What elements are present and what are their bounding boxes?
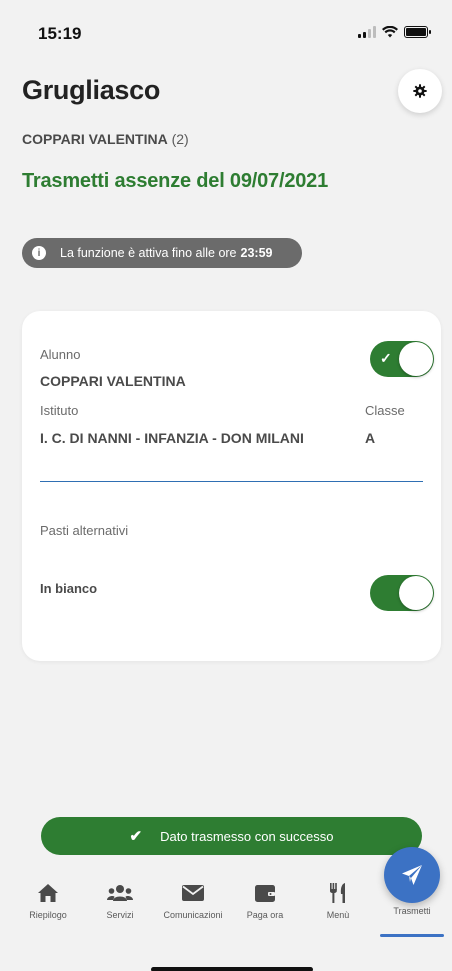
tab-menu[interactable]: Menù [303, 880, 373, 920]
tab-bar: Riepilogo Servizi Comunicazioni Paga ora… [0, 868, 452, 971]
active-tab-indicator [380, 934, 444, 937]
student-count: (2) [171, 131, 189, 147]
signal-icon [358, 26, 376, 38]
send-icon [402, 865, 422, 885]
meal-option-toggle[interactable] [370, 575, 434, 611]
class-label: Classe [365, 403, 405, 418]
student-value: COPPARI VALENTINA [40, 373, 186, 389]
wifi-icon [382, 26, 398, 38]
tab-comunicazioni[interactable]: Comunicazioni [158, 880, 228, 920]
home-icon [38, 884, 58, 902]
student-label: Alunno [40, 347, 81, 362]
divider [40, 481, 423, 482]
absence-card: Alunno COPPARI VALENTINA ✓ Istituto Clas… [22, 311, 441, 661]
meals-label: Pasti alternativi [40, 523, 129, 538]
check-icon: ✔ [129, 828, 143, 845]
info-icon: i [32, 246, 46, 260]
tab-servizi[interactable]: Servizi [85, 880, 155, 920]
battery-icon [404, 26, 431, 38]
success-toast: ✔ Dato trasmesso con successo [41, 817, 422, 855]
status-bar: 15:19 [0, 0, 452, 64]
status-time: 15:19 [38, 24, 82, 43]
section-title: Trasmetti assenze del 09/07/2021 [22, 170, 329, 192]
meal-option-label: In bianco [40, 581, 98, 596]
send-button[interactable] [384, 847, 440, 903]
info-time: 23:59 [240, 246, 273, 260]
page-title: Grugliasco [22, 75, 161, 105]
home-indicator [151, 967, 313, 971]
tab-label: Menù [326, 910, 350, 920]
wallet-icon [255, 885, 275, 902]
tab-label: Servizi [106, 910, 134, 920]
status-icons [358, 26, 431, 38]
gear-icon [413, 84, 427, 98]
settings-button[interactable] [398, 69, 442, 113]
envelope-icon [182, 885, 204, 901]
users-icon [107, 885, 133, 901]
tab-paga-ora[interactable]: Paga ora [230, 880, 300, 920]
utensils-icon [330, 883, 345, 903]
tab-label: Riepilogo [29, 910, 67, 920]
student-selector[interactable]: COPPARI VALENTINA (2) [22, 131, 189, 147]
tab-label: Trasmetti [393, 906, 431, 916]
class-value: A [365, 430, 376, 446]
student-attendance-toggle[interactable]: ✓ [370, 341, 434, 377]
tab-riepilogo[interactable]: Riepilogo [13, 880, 83, 920]
student-name: COPPARI VALENTINA [22, 131, 168, 147]
tab-label: Comunicazioni [163, 910, 223, 920]
tab-trasmetti[interactable]: Trasmetti [377, 902, 447, 916]
institute-label: Istituto [40, 403, 79, 418]
toast-text: Dato trasmesso con successo [160, 828, 334, 844]
info-text: La funzione è attiva fino alle ore [60, 246, 237, 260]
info-banner: i La funzione è attiva fino alle ore 23:… [22, 238, 302, 268]
check-icon: ✓ [380, 350, 392, 366]
tab-label: Paga ora [246, 910, 284, 920]
institute-value: I. C. DI NANNI - INFANZIA - DON MILANI [40, 430, 304, 446]
